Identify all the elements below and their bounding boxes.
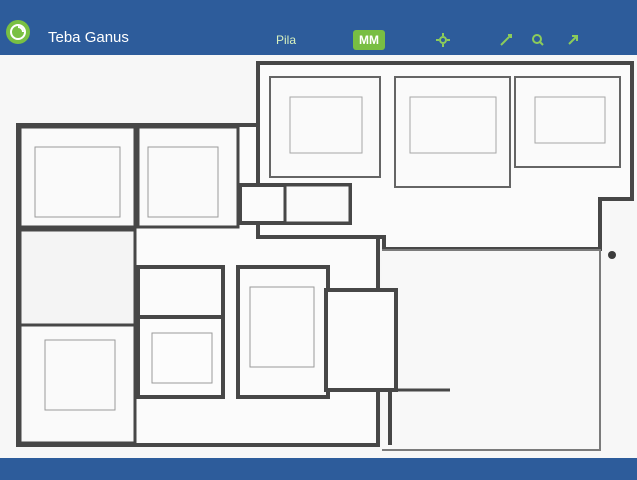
floorplan-drawing [0,55,637,458]
status-bar [0,458,637,480]
header-bar: Teba Ganus Pila MM [0,0,637,55]
zoom-icon[interactable] [525,30,551,50]
plan-lower-right-wall [382,249,601,451]
app-title: Teba Ganus [48,29,129,46]
pen-icon[interactable] [493,30,519,50]
share-icon[interactable] [560,30,586,50]
app-logo-icon[interactable] [6,20,30,44]
gear-icon[interactable] [430,30,456,50]
status-text [0,461,637,477]
toolbar-item-pila[interactable]: Pila [276,30,296,50]
floorplan-canvas[interactable] [0,55,637,458]
toolbar-item-mm[interactable]: MM [353,30,385,50]
